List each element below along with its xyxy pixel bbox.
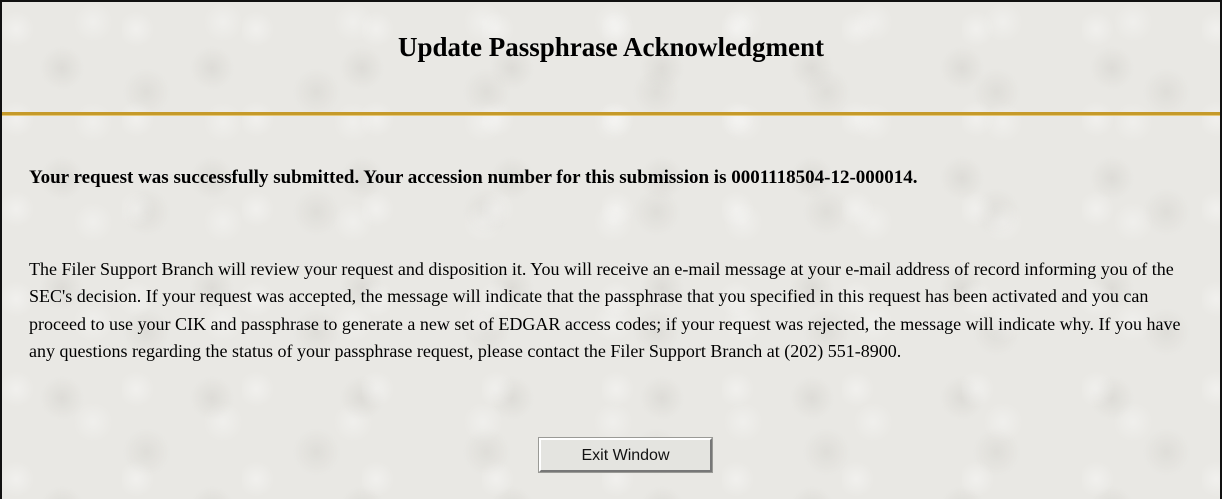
page-title: Update Passphrase Acknowledgment (397, 32, 825, 62)
acknowledgment-window: Update Passphrase Acknowledgment Your re… (0, 0, 1222, 499)
title-divider (2, 112, 1220, 116)
details-message: The Filer Support Branch will review you… (29, 259, 1181, 362)
exit-window-button[interactable]: Exit Window (538, 437, 713, 473)
confirmation-message: Your request was successfully submitted.… (29, 167, 918, 188)
